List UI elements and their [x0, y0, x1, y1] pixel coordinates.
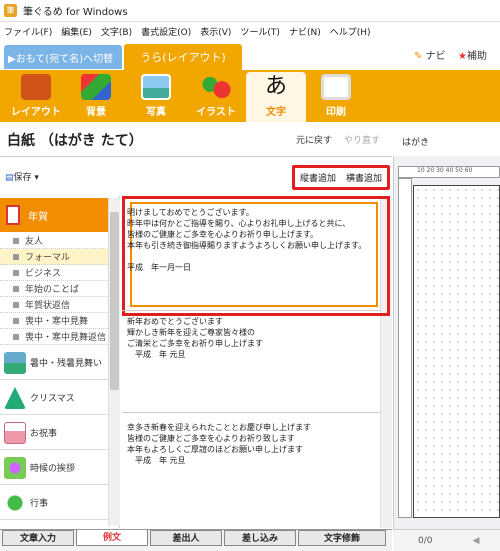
star-icon: ★: [458, 51, 467, 62]
bullet-icon: [13, 237, 19, 244]
list-item[interactable]: 年賀状返信: [0, 297, 108, 313]
menu-edit[interactable]: 編集(E): [61, 25, 92, 38]
tab-text-input[interactable]: 文章入力: [2, 530, 74, 546]
preview-label: はがき: [402, 138, 430, 148]
photo-icon: [141, 74, 171, 100]
menu-tools[interactable]: ツール(T): [240, 25, 280, 38]
text-a-icon: あ: [264, 74, 287, 99]
page-navigator: 0/0 ◀: [393, 529, 500, 551]
flower-icon: [4, 456, 26, 479]
menu-bar: ファイル(F) 編集(E) 文字(B) 書式設定(O) 表示(V) ツール(T)…: [0, 22, 500, 40]
page-title: 白紙 （はがき たて）: [7, 133, 143, 149]
menu-navi[interactable]: ナビ(N): [289, 25, 321, 38]
tool-background[interactable]: 背景: [66, 72, 126, 120]
bullet-icon: [13, 301, 19, 308]
tree-icon: [4, 386, 26, 409]
category-shochu[interactable]: 暑中・残暑見舞い: [0, 346, 108, 380]
sample-3[interactable]: 幸多き新春を迎えられたこととお慶び申し上げます 皆様のご健康とご多幸を心よりお祈…: [127, 422, 375, 466]
app-icon: 筆: [4, 4, 17, 17]
list-item[interactable]: 喪中・寒中見舞返信: [0, 329, 108, 345]
illust-icon: [201, 74, 231, 100]
sample-divider: [122, 310, 380, 311]
printer-icon: [321, 74, 351, 100]
menu-view[interactable]: 表示(V): [200, 25, 231, 38]
tab-text-decoration[interactable]: 文字修飾: [298, 530, 386, 546]
bullet-icon: [13, 333, 19, 340]
save-button[interactable]: ▤保存 ▾: [5, 170, 39, 183]
tool-photo[interactable]: 写真: [126, 72, 186, 120]
category-celebration[interactable]: お祝事: [0, 416, 108, 450]
bullet-icon: [13, 253, 19, 260]
bullet-icon: [13, 317, 19, 324]
menu-text[interactable]: 文字(B): [101, 25, 132, 38]
nenga-card-icon: [6, 205, 20, 225]
category-season[interactable]: 時候の挨拶: [0, 451, 108, 485]
category-christmas[interactable]: クリスマス: [0, 381, 108, 415]
tab-omote-switch[interactable]: ▶おもて(宛て名)へ切替: [4, 45, 122, 69]
background-icon: [81, 74, 111, 100]
bullet-icon: [13, 269, 19, 276]
sample-2[interactable]: 新年おめでとうございます 輝かしき新年を迎えご尊家皆々様の ご清栄とご多幸をお祈…: [127, 316, 375, 360]
postcard-canvas[interactable]: [413, 185, 500, 518]
window-title: 筆ぐるめ for Windows: [23, 7, 128, 18]
list-item[interactable]: ビジネス: [0, 265, 108, 281]
add-text-highlight: 縦書追加 横書追加: [292, 165, 390, 190]
sample-divider: [122, 412, 380, 413]
tab-ura-layout[interactable]: うら(レイアウト): [124, 44, 242, 70]
header-divider: [0, 156, 392, 157]
floppy-icon: ▤: [5, 173, 14, 183]
menu-file[interactable]: ファイル(F): [4, 25, 52, 38]
list-item[interactable]: フォーマル: [0, 249, 108, 265]
navi-button[interactable]: ✎ ナビ: [414, 47, 446, 62]
cake-icon: [4, 421, 26, 444]
add-vertical-button[interactable]: 縦書追加: [300, 171, 336, 184]
summer-icon: [4, 351, 26, 374]
category-scrollbar[interactable]: [108, 198, 120, 526]
prev-page-button[interactable]: ◀: [472, 536, 479, 546]
list-item[interactable]: 友人: [0, 233, 108, 249]
title-bar: 筆 筆ぐるめ for Windows: [0, 0, 500, 22]
add-horizontal-button[interactable]: 横書追加: [346, 171, 382, 184]
vertical-ruler: [398, 178, 412, 518]
bullet-icon: [13, 285, 19, 292]
category-nenga[interactable]: 年賀: [0, 198, 108, 232]
menu-format[interactable]: 書式設定(O): [141, 25, 191, 38]
list-item[interactable]: 喪中・寒中見舞: [0, 313, 108, 329]
hojo-button[interactable]: ★補助: [458, 47, 487, 62]
menu-help[interactable]: ヘルプ(H): [330, 25, 371, 38]
list-item[interactable]: 年始のことば: [0, 281, 108, 297]
tab-example[interactable]: 例文: [76, 530, 148, 546]
tool-print[interactable]: 印刷: [306, 72, 366, 120]
scroll-thumb[interactable]: [110, 212, 119, 390]
plant-icon: [4, 491, 26, 514]
category-events[interactable]: 行事: [0, 486, 108, 520]
tool-text[interactable]: あ 文字: [246, 72, 306, 122]
tab-sender[interactable]: 差出人: [150, 530, 222, 546]
tool-layout[interactable]: レイアウト: [6, 72, 66, 120]
tool-illust[interactable]: イラスト: [186, 72, 246, 120]
sample-1[interactable]: 明けましておめでとうございます。 昨年中は何かとご指導を賜り、心よりお礼申し上げ…: [127, 207, 375, 273]
horizontal-ruler: 10 20 30 40 50 60: [398, 166, 500, 178]
undo-button[interactable]: 元に戻す: [296, 133, 332, 146]
page-count: 0/0: [418, 535, 433, 546]
navi-icon: ✎: [414, 51, 423, 62]
layout-icon: [21, 74, 51, 100]
redo-button[interactable]: やり直す: [344, 133, 380, 146]
tab-insert[interactable]: 差し込み: [224, 530, 296, 546]
